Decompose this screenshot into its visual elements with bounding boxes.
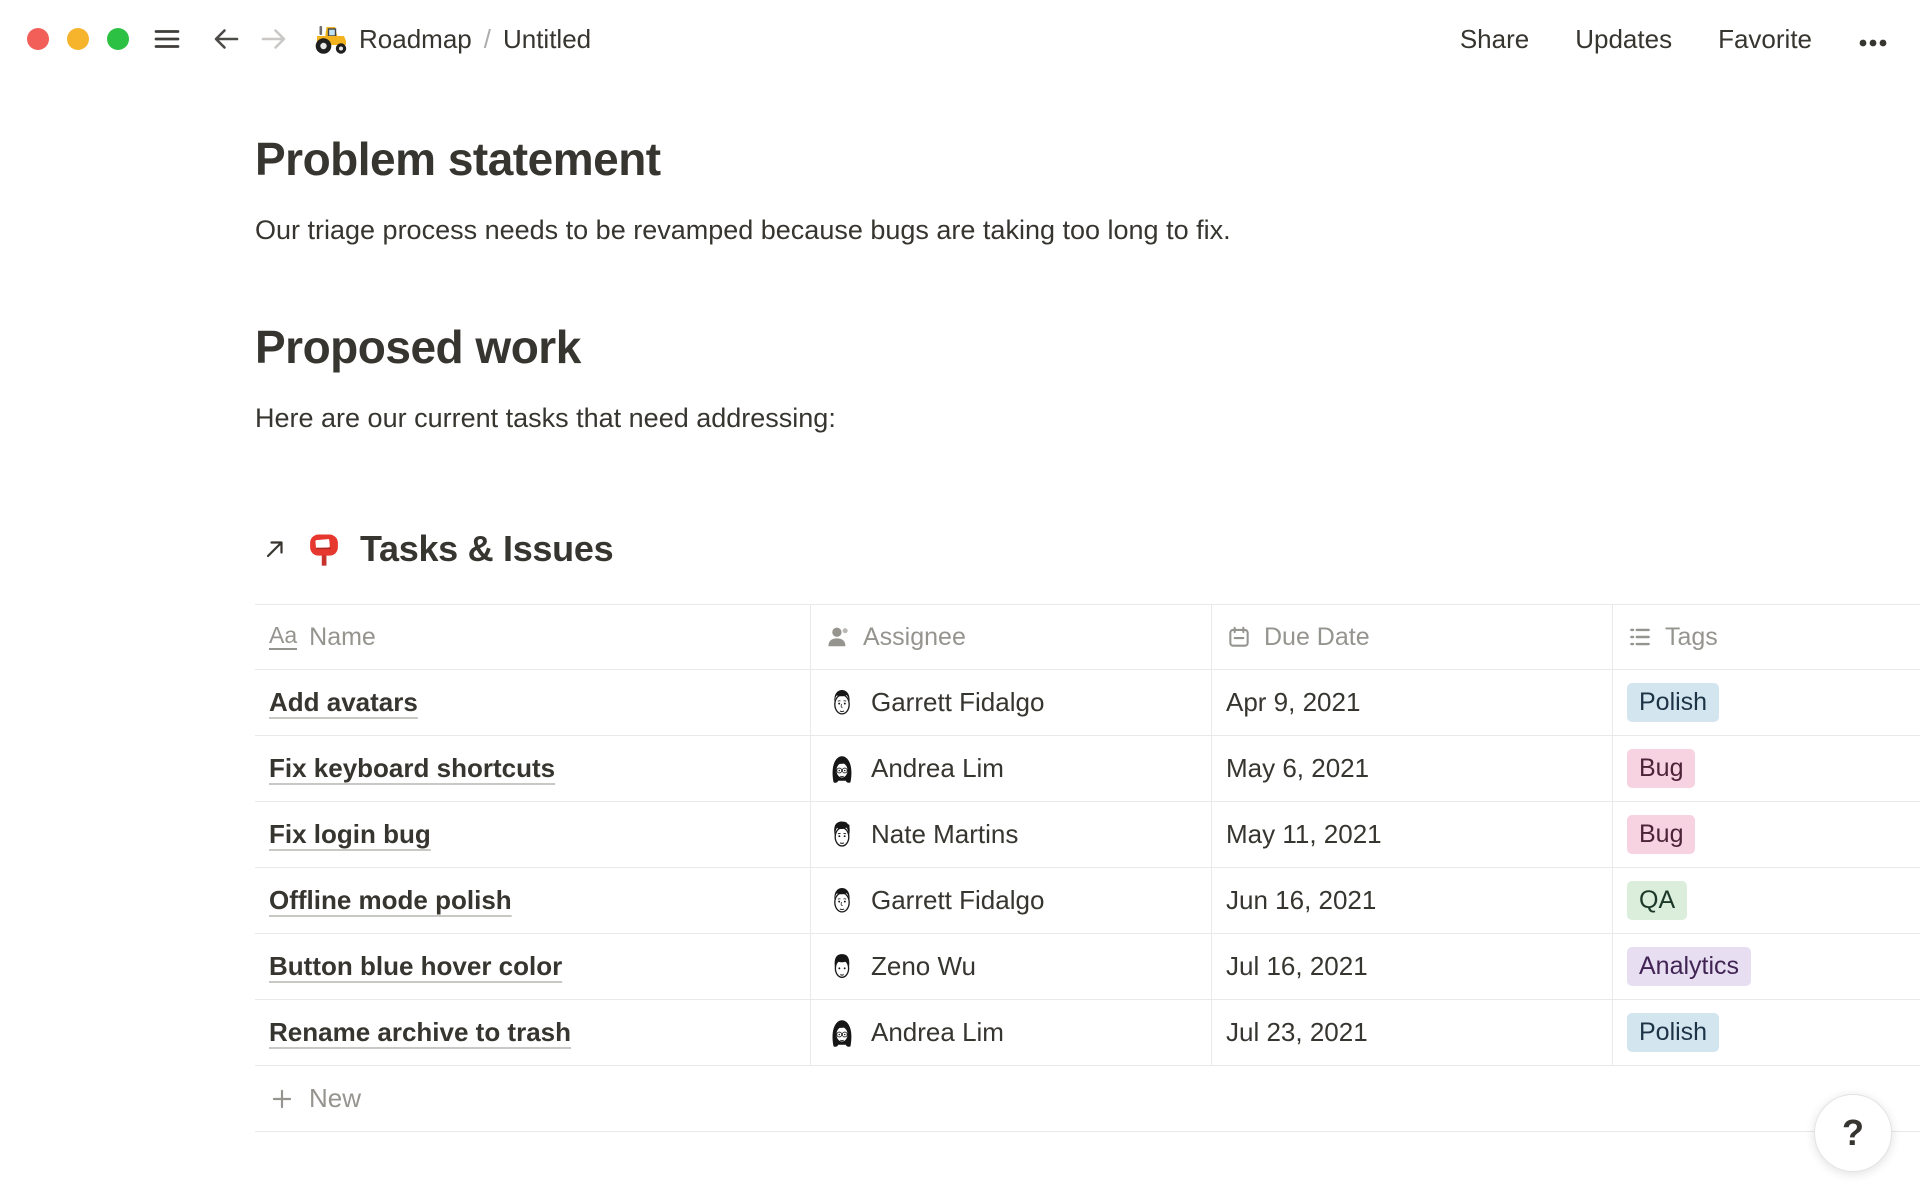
- question-mark-icon: ?: [1842, 1112, 1864, 1154]
- updates-button[interactable]: Updates: [1575, 24, 1672, 55]
- due-date-cell[interactable]: Jul 16, 2021: [1212, 934, 1613, 999]
- tag-pill[interactable]: Bug: [1627, 749, 1695, 788]
- plus-icon: [269, 1086, 295, 1112]
- assignee-cell[interactable]: Andrea Lim: [811, 1000, 1212, 1065]
- due-date-cell[interactable]: Jul 23, 2021: [1212, 1000, 1613, 1065]
- arrow-up-right-icon[interactable]: [262, 536, 288, 562]
- task-page-link[interactable]: Offline mode polish: [269, 885, 512, 916]
- paragraph-problem: Our triage process needs to be revamped …: [255, 212, 1231, 250]
- back-arrow-icon[interactable]: [211, 25, 241, 53]
- assignee-cell[interactable]: Nate Martins: [811, 802, 1212, 867]
- tag-pill[interactable]: Polish: [1627, 1013, 1719, 1052]
- ellipsis-icon[interactable]: [1858, 24, 1888, 55]
- due-date-cell[interactable]: May 11, 2021: [1212, 802, 1613, 867]
- tag-pill[interactable]: QA: [1627, 881, 1687, 920]
- task-name-cell[interactable]: Add avatars: [255, 670, 811, 735]
- assignee-avatar: [825, 1016, 859, 1050]
- task-page-link[interactable]: Button blue hover color: [269, 951, 562, 982]
- help-button[interactable]: ?: [1814, 1094, 1892, 1172]
- zoom-window-button[interactable]: [107, 28, 129, 50]
- title-icon: Aa: [269, 624, 297, 650]
- table-row: Fix keyboard shortcuts Andrea Lim May 6,…: [255, 736, 1920, 802]
- assignee-cell[interactable]: Garrett Fidalgo: [811, 670, 1212, 735]
- breadcrumb: Roadmap / Untitled: [313, 23, 591, 55]
- share-button[interactable]: Share: [1460, 24, 1529, 55]
- tractor-icon: [313, 23, 349, 55]
- column-header-name[interactable]: Aa Name: [255, 605, 811, 669]
- due-date-cell[interactable]: Jun 16, 2021: [1212, 868, 1613, 933]
- due-date-cell[interactable]: May 6, 2021: [1212, 736, 1613, 801]
- column-header-due-date[interactable]: Due Date: [1212, 605, 1613, 669]
- assignee-avatar: [825, 752, 859, 786]
- table-row: Fix login bug Nate Martins May 11, 2021 …: [255, 802, 1920, 868]
- task-name-cell[interactable]: Fix login bug: [255, 802, 811, 867]
- sidebar-menu-icon[interactable]: [153, 26, 181, 52]
- tags-cell[interactable]: Analytics: [1613, 934, 1920, 999]
- window-titlebar: Roadmap / Untitled Share Updates Favorit…: [0, 0, 1920, 78]
- assignee-cell[interactable]: Zeno Wu: [811, 934, 1212, 999]
- tasks-table: Aa Name Assignee Due Date Tags Add avata…: [255, 604, 1920, 1132]
- tags-cell[interactable]: Bug: [1613, 802, 1920, 867]
- task-page-link[interactable]: Add avatars: [269, 687, 418, 718]
- task-page-link[interactable]: Rename archive to trash: [269, 1017, 571, 1048]
- task-name-cell[interactable]: Button blue hover color: [255, 934, 811, 999]
- task-name-cell[interactable]: Rename archive to trash: [255, 1000, 811, 1065]
- column-header-tags[interactable]: Tags: [1613, 605, 1920, 669]
- tags-cell[interactable]: Polish: [1613, 1000, 1920, 1065]
- topbar-actions: Share Updates Favorite: [1460, 24, 1888, 55]
- tags-cell[interactable]: Polish: [1613, 670, 1920, 735]
- tags-cell[interactable]: QA: [1613, 868, 1920, 933]
- list-icon: [1627, 624, 1653, 650]
- column-header-assignee[interactable]: Assignee: [811, 605, 1212, 669]
- assignee-avatar: [825, 884, 859, 918]
- table-row: Add avatars Garrett Fidalgo Apr 9, 2021 …: [255, 670, 1920, 736]
- task-page-link[interactable]: Fix keyboard shortcuts: [269, 753, 555, 784]
- mailbox-icon: [304, 529, 344, 569]
- task-page-link[interactable]: Fix login bug: [269, 819, 431, 850]
- breadcrumb-separator: /: [484, 24, 491, 55]
- task-name-cell[interactable]: Offline mode polish: [255, 868, 811, 933]
- breadcrumb-root[interactable]: Roadmap: [359, 24, 472, 55]
- assignee-cell[interactable]: Andrea Lim: [811, 736, 1212, 801]
- assignee-cell[interactable]: Garrett Fidalgo: [811, 868, 1212, 933]
- task-name-cell[interactable]: Fix keyboard shortcuts: [255, 736, 811, 801]
- table-row: Offline mode polish Garrett Fidalgo Jun …: [255, 868, 1920, 934]
- calendar-icon: [1226, 624, 1252, 650]
- breadcrumb-current[interactable]: Untitled: [503, 24, 591, 55]
- assignee-avatar: [825, 686, 859, 720]
- traffic-lights: [27, 28, 129, 50]
- collection-title[interactable]: Tasks & Issues: [360, 528, 613, 570]
- assignee-avatar: [825, 950, 859, 984]
- tag-pill[interactable]: Polish: [1627, 683, 1719, 722]
- due-date-cell[interactable]: Apr 9, 2021: [1212, 670, 1613, 735]
- forward-arrow-icon[interactable]: [259, 25, 289, 53]
- heading-problem-statement: Problem statement: [255, 132, 661, 186]
- favorite-button[interactable]: Favorite: [1718, 24, 1812, 55]
- table-row: Rename archive to trash Andrea Lim Jul 2…: [255, 1000, 1920, 1066]
- close-window-button[interactable]: [27, 28, 49, 50]
- tags-cell[interactable]: Bug: [1613, 736, 1920, 801]
- collection-title-row: Tasks & Issues: [262, 528, 613, 570]
- tag-pill[interactable]: Analytics: [1627, 947, 1751, 986]
- heading-proposed-work: Proposed work: [255, 320, 581, 374]
- paragraph-work: Here are our current tasks that need add…: [255, 400, 836, 438]
- person-icon: [825, 624, 851, 650]
- tag-pill[interactable]: Bug: [1627, 815, 1695, 854]
- table-header-row: Aa Name Assignee Due Date Tags: [255, 604, 1920, 670]
- assignee-avatar: [825, 818, 859, 852]
- new-row-button[interactable]: New: [255, 1066, 1920, 1132]
- minimize-window-button[interactable]: [67, 28, 89, 50]
- table-row: Button blue hover color Zeno Wu Jul 16, …: [255, 934, 1920, 1000]
